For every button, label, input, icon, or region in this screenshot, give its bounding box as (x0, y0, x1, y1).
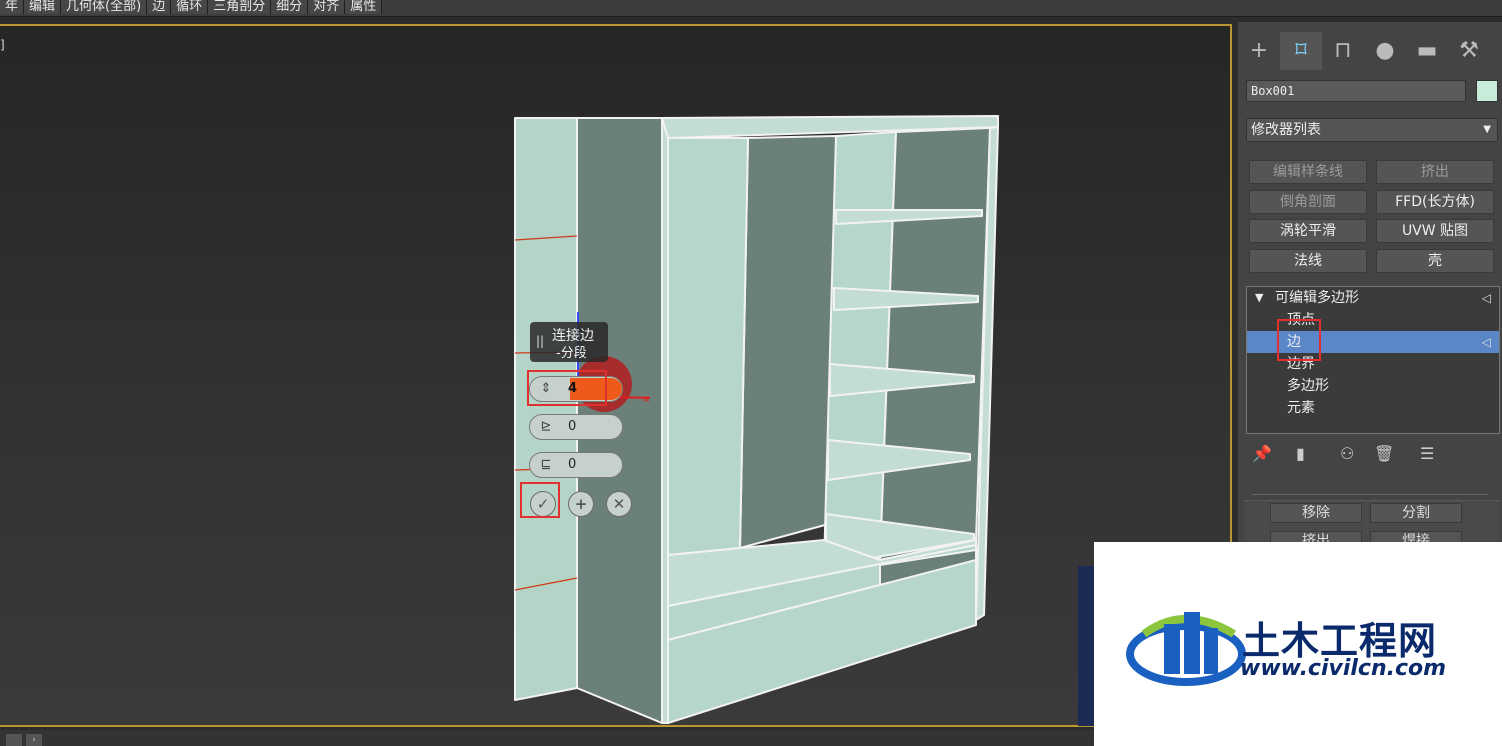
bottom-left-button[interactable] (6, 734, 22, 746)
svg-text:x: x (643, 392, 650, 405)
modifier-stack: ▼ 可编辑多边形 ◁ 顶点 边 ◁ 边界 多边形 元素 (1246, 286, 1500, 434)
modifier-button-bevel-profile[interactable]: 倒角剖面 (1249, 190, 1367, 214)
object-color-swatch[interactable] (1476, 80, 1498, 102)
dropdown-arrow-icon: ▼ (1483, 124, 1491, 135)
compartment-back (739, 135, 837, 549)
remove-button[interactable]: 移除 (1270, 503, 1362, 523)
modifier-list-label: 修改器列表 (1251, 122, 1321, 138)
hierarchy-tab-icon[interactable]: ⊓ (1322, 32, 1364, 70)
slide-spinner[interactable]: ⊑ 0 (529, 452, 623, 478)
segments-highlight-box (527, 370, 607, 406)
modifier-button-edit-spline[interactable]: 编辑样条线 (1249, 160, 1367, 184)
remove-modifier-trash-icon[interactable]: 🗑 (1374, 444, 1394, 463)
left-panel-face (514, 117, 578, 701)
stack-item-polygon[interactable]: 多边形 (1247, 375, 1499, 397)
utilities-tab-wrench-icon[interactable]: ⚒ (1448, 32, 1490, 70)
watermark-url: www.civilcn.com (1240, 656, 1447, 681)
civilcn-logo-icon (1126, 612, 1246, 686)
slide-icon: ⊑ (540, 457, 552, 472)
edge-triangle-icon: ◁ (1481, 335, 1491, 349)
stack-polygon-label: 多边形 (1287, 378, 1329, 394)
cabinet-model[interactable]: x (0, 0, 1232, 730)
modifier-button-extrude[interactable]: 挤出 (1376, 160, 1494, 184)
slide-value[interactable]: 0 (568, 457, 576, 472)
bottom-arrow-button[interactable]: › (26, 734, 42, 746)
modifier-button-shell[interactable]: 壳 (1376, 249, 1494, 273)
show-end-result-icon[interactable]: ▮ (1296, 444, 1305, 463)
configure-modifier-sets-icon[interactable]: ☰ (1420, 444, 1434, 463)
light-bulb-triangle-icon: ◁ (1481, 291, 1491, 305)
pinch-icon: ⊵ (540, 419, 552, 434)
command-panel-tabs: + ⌑ ⊓ ● ▬ ⚒ (1238, 32, 1502, 70)
create-tab-plus-icon[interactable]: + (1238, 32, 1280, 70)
compartment-left-wall (667, 137, 749, 556)
edge-highlight-box (1277, 319, 1321, 361)
make-unique-icon[interactable]: ⚇ (1340, 444, 1354, 463)
stack-element-label: 元素 (1287, 400, 1315, 416)
apply-plus-button[interactable]: + (568, 491, 594, 517)
motion-tab-icon[interactable]: ● (1364, 32, 1406, 70)
modifier-list-dropdown[interactable]: 修改器列表 ▼ (1246, 118, 1498, 142)
stack-toolbar: 📌 ▮ ⚇ 🗑 ☰ (1248, 442, 1498, 468)
command-panel: + ⌑ ⊓ ● ▬ ⚒ Box001 修改器列表 ▼ 编辑样条线 挤出 倒角剖面… (1238, 22, 1502, 551)
pin-stack-icon[interactable]: 📌 (1252, 444, 1272, 463)
edit-edges-rollout: 移除 分割 挤出 焊接 (1244, 500, 1500, 551)
modify-tab-icon[interactable]: ⌑ (1280, 32, 1322, 70)
watermark-logo: 土木工程网 www.civilcn.com (1094, 542, 1502, 746)
watermark-strip (1078, 566, 1094, 726)
pinch-value[interactable]: 0 (568, 419, 576, 434)
expand-triangle-icon[interactable]: ▼ (1255, 287, 1263, 309)
right-compartment-back (879, 127, 991, 561)
bottom-bar: › (0, 730, 1094, 746)
rollout-divider (1252, 494, 1488, 495)
display-tab-icon[interactable]: ▬ (1406, 32, 1448, 70)
ok-highlight-box (520, 482, 560, 518)
cancel-x-button[interactable]: ✕ (606, 491, 632, 517)
modifier-button-uvw-map[interactable]: UVW 贴图 (1376, 219, 1494, 243)
caddy-title-line2: -分段 (556, 346, 587, 361)
split-button[interactable]: 分割 (1370, 503, 1462, 523)
modifier-button-ffd-box[interactable]: FFD(长方体) (1376, 190, 1494, 214)
stack-item-editable-poly[interactable]: ▼ 可编辑多边形 ◁ (1247, 287, 1499, 309)
modifier-button-turbosmooth[interactable]: 涡轮平滑 (1249, 219, 1367, 243)
stack-item-element[interactable]: 元素 (1247, 397, 1499, 419)
modifier-button-normal[interactable]: 法线 (1249, 249, 1367, 273)
caddy-grip[interactable]: || (536, 334, 544, 348)
connect-edges-caddy-title[interactable]: || 连接边 -分段 (530, 322, 608, 362)
pinch-spinner[interactable]: ⊵ 0 (529, 414, 623, 440)
stack-root-label: 可编辑多边形 (1275, 290, 1359, 306)
object-name-field[interactable]: Box001 (1246, 80, 1466, 102)
